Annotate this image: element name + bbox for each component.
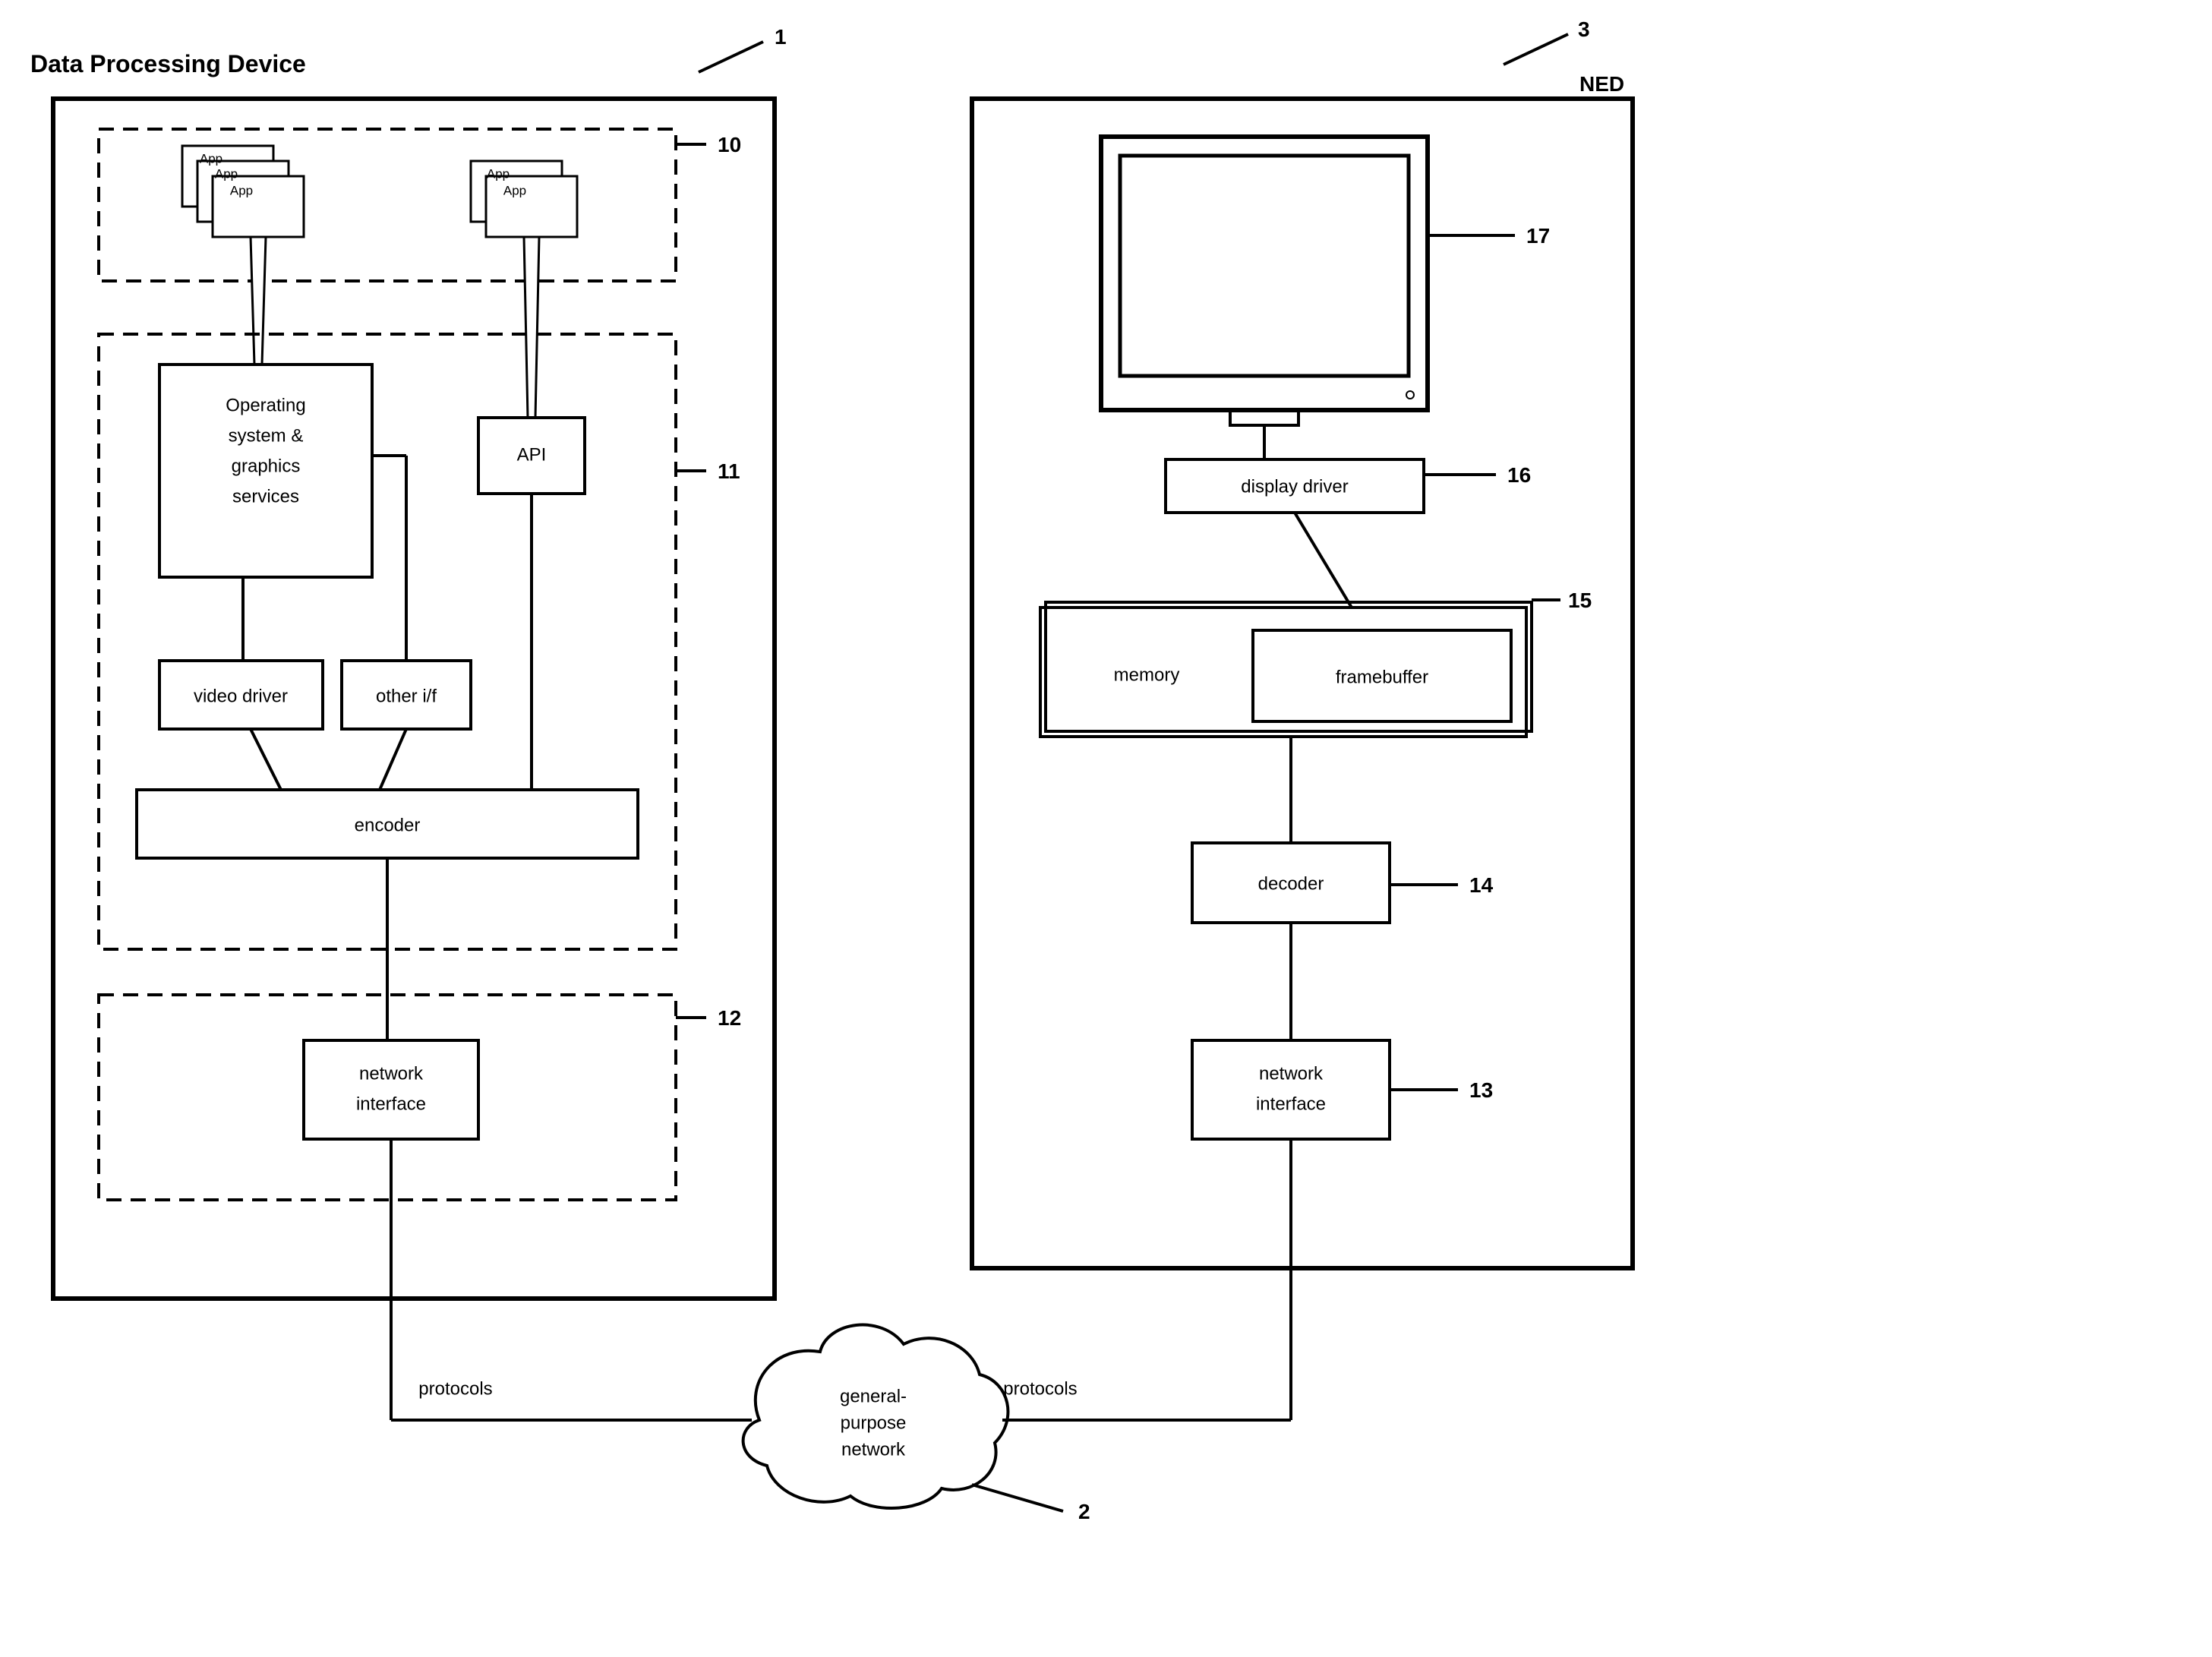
memory-label: memory	[1114, 664, 1180, 685]
ref-12: 12	[718, 1006, 741, 1030]
diagram-root: Data Processing Device 1 10 App App App …	[0, 0, 2212, 1657]
ref-2: 2	[1078, 1500, 1090, 1523]
video-driver-label: video driver	[194, 686, 288, 706]
app-box	[213, 176, 304, 237]
line-video-encoder	[251, 729, 281, 790]
ni-right-2: interface	[1256, 1094, 1326, 1114]
page-title: Data Processing Device	[30, 50, 306, 77]
ni-left-2: interface	[356, 1094, 426, 1114]
ni-right-1: network	[1259, 1063, 1324, 1084]
network-interface-right-box	[1192, 1040, 1390, 1139]
framebuffer-label: framebuffer	[1336, 667, 1428, 687]
ref-3: 3	[1578, 17, 1590, 41]
os-text-3: graphics	[232, 456, 301, 476]
arrow-app-to-os	[251, 237, 266, 365]
decoder-label: decoder	[1258, 873, 1324, 894]
ref-13: 13	[1469, 1078, 1493, 1102]
cloud-text-3: network	[841, 1439, 906, 1460]
app-label: App	[215, 166, 238, 181]
ref-10: 10	[718, 133, 741, 156]
display-driver-label: display driver	[1241, 476, 1348, 497]
monitor-inner	[1120, 156, 1409, 376]
cloud-text-2: purpose	[841, 1412, 907, 1433]
os-text-1: Operating	[226, 395, 305, 415]
cloud-text-1: general-	[840, 1386, 907, 1406]
monitor-outer	[1101, 137, 1428, 410]
ref-15: 15	[1568, 589, 1592, 612]
other-if-label: other i/f	[376, 686, 437, 706]
ref-17: 17	[1526, 224, 1550, 248]
protocols-right: protocols	[1003, 1378, 1077, 1399]
ref-14: 14	[1469, 873, 1494, 897]
encoder-label: encoder	[355, 815, 421, 835]
line-dd-fb	[1295, 513, 1352, 608]
ref-16: 16	[1507, 463, 1531, 487]
arrow-app-to-api	[524, 237, 539, 418]
line-other-encoder	[380, 729, 406, 790]
app-label: App	[503, 183, 526, 197]
app-box	[486, 176, 577, 237]
app-label: App	[200, 151, 222, 166]
monitor-button	[1406, 391, 1414, 399]
ref-11: 11	[718, 459, 740, 483]
os-text-4: services	[232, 486, 299, 507]
ref-1: 1	[775, 25, 787, 49]
ned-label: NED	[1579, 72, 1624, 96]
app-label: App	[487, 166, 510, 181]
protocols-left: protocols	[418, 1378, 492, 1399]
ni-left-1: network	[359, 1063, 424, 1084]
ref-line-1	[699, 42, 763, 72]
ref-line-3	[1504, 34, 1568, 65]
app-label: App	[230, 183, 253, 197]
ref-line-2	[972, 1485, 1063, 1511]
network-interface-left-box	[304, 1040, 478, 1139]
os-text-2: system &	[229, 425, 304, 446]
api-label: API	[517, 444, 547, 465]
